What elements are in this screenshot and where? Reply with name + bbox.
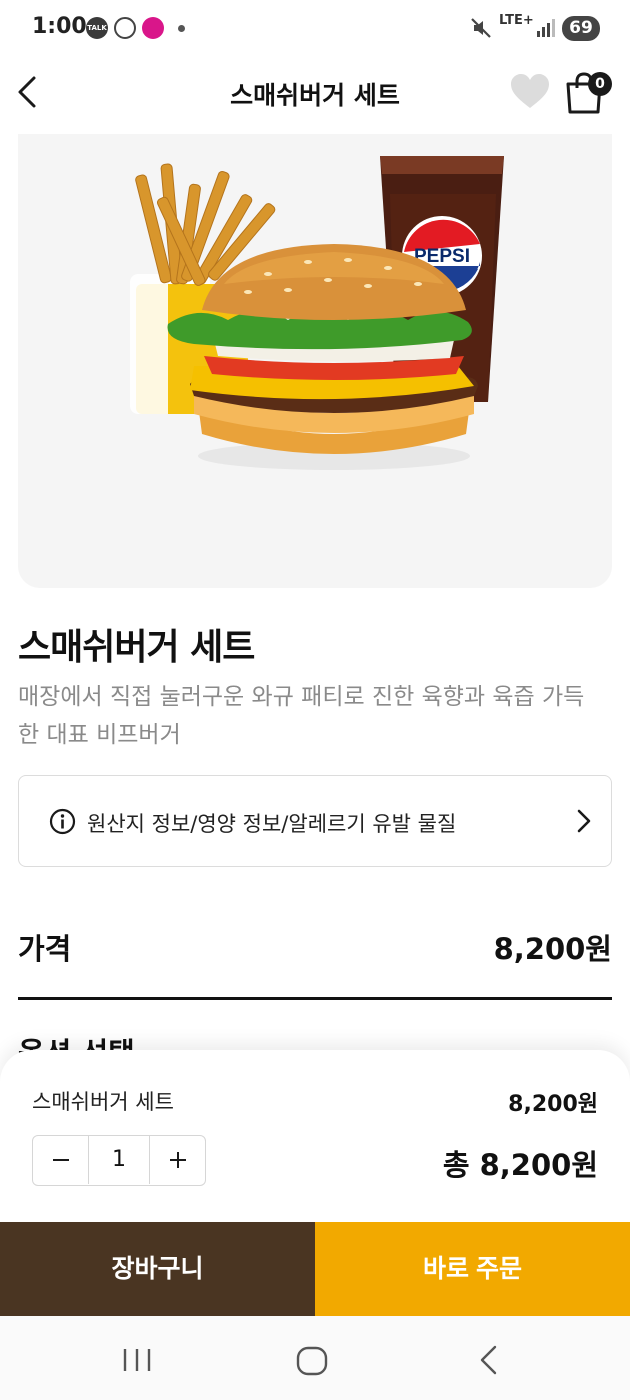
signal-icon — [537, 19, 555, 37]
battery-indicator: 69 — [562, 16, 600, 41]
network-type: LTE+ — [499, 13, 534, 28]
burger-set-illustration: PEPSI — [130, 156, 504, 470]
price-row: 가격 8,200원 — [18, 920, 612, 970]
home-icon[interactable] — [296, 1346, 328, 1376]
app-header: 스매쉬버거 세트 0 — [0, 58, 630, 128]
sheet-item-price: 8,200원 — [508, 1092, 598, 1117]
plus-icon — [169, 1152, 186, 1168]
minus-icon — [52, 1159, 69, 1161]
sheet-item-name: 스매쉬버거 세트 — [32, 1090, 174, 1114]
order-now-button[interactable]: 바로 주문 — [315, 1222, 630, 1316]
recent-apps-icon[interactable] — [122, 1347, 152, 1373]
product-description: 매장에서 직접 눌러구운 와규 패티로 진한 육향과 육즙 가득한 대표 비프버… — [18, 684, 585, 748]
product-info-link[interactable]: 원산지 정보/영양 정보/알레르기 유발 물질 — [18, 775, 612, 867]
order-total: 총 8,200원 — [442, 1148, 598, 1182]
favorite-heart-icon[interactable] — [509, 72, 551, 112]
quantity-stepper: 1 — [32, 1135, 206, 1186]
add-to-cart-button[interactable]: 장바구니 — [0, 1222, 315, 1316]
status-bar: 1:00 TALK LTE+ 69 — [0, 0, 630, 58]
info-link-label: 원산지 정보/영양 정보/알레르기 유발 물질 — [87, 812, 457, 836]
quantity-value[interactable]: 1 — [88, 1136, 150, 1184]
busan-app-icon — [142, 17, 164, 39]
kakaotalk-icon: TALK — [86, 17, 108, 39]
product-name: 스매쉬버거 세트 — [18, 627, 255, 668]
decrease-quantity-button[interactable] — [33, 1136, 88, 1184]
increase-quantity-button[interactable] — [150, 1136, 205, 1184]
price-value: 8,200원 — [493, 932, 612, 966]
chevron-right-icon — [577, 809, 591, 833]
product-image: PEPSI — [18, 134, 612, 588]
status-time: 1:00 — [32, 14, 87, 39]
system-nav-bar — [0, 1316, 630, 1400]
price-label: 가격 — [18, 932, 72, 966]
cart-button[interactable]: 0 — [564, 68, 614, 114]
system-back-icon[interactable] — [477, 1344, 501, 1376]
section-divider — [18, 997, 612, 1000]
cart-count-badge: 0 — [588, 72, 612, 96]
mute-icon — [471, 18, 491, 38]
info-icon — [49, 808, 76, 835]
notification-dot-icon — [178, 25, 185, 32]
order-summary-sheet: 스매쉬버거 세트 8,200원 1 총 8,200원 — [0, 1050, 630, 1222]
tree-icon — [114, 17, 136, 39]
